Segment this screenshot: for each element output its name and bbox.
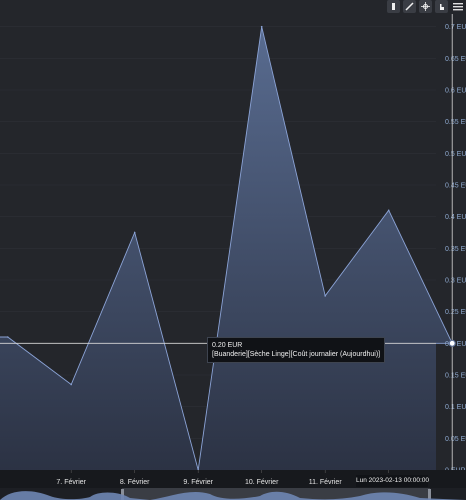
data-point-1[interactable] [70, 383, 72, 386]
x-tick-label: 8. Février [120, 479, 150, 486]
crosshair-button[interactable] [419, 0, 432, 13]
y-axis: 0 EUR0.05 EUR0.1 EUR0.15 EUR0.2 EUR0.25 … [445, 24, 466, 474]
y-tick-label: 0.35 EUR [445, 246, 466, 253]
y-tick-label: 0.3 EUR [445, 278, 466, 285]
y-tick-label: 0.25 EUR [445, 309, 466, 316]
y-tick-label: 0.4 EUR [445, 214, 466, 221]
area-chart[interactable]: 0 EUR0.05 EUR0.1 EUR0.15 EUR0.2 EUR0.25 … [0, 0, 466, 500]
y-tick-label: 0.65 EUR [445, 56, 466, 63]
hand-pointer-icon [440, 4, 444, 10]
tooltip-series: [Buanderie][Sèche Linge][Coût journalier… [212, 351, 381, 358]
crosshair-date-label: Lun 2023-02-13 00:00:00 [356, 475, 429, 487]
data-point-4[interactable] [260, 25, 263, 28]
brush-icon [392, 3, 395, 10]
data-point-6[interactable] [387, 209, 390, 212]
pencil-button[interactable] [403, 0, 416, 13]
tooltip: 0.20 EUR [Buanderie][Sèche Linge][Coût j… [207, 337, 386, 363]
pencil-icon [405, 2, 414, 11]
brush-button[interactable] [387, 0, 400, 13]
hand-pointer-button[interactable] [435, 0, 448, 13]
y-tick-label: 0.05 EUR [445, 436, 466, 443]
y-tick-label: 0.1 EUR [445, 404, 466, 411]
crosshair-icon [421, 2, 430, 11]
x-tick-label: 10. Février [245, 479, 279, 486]
data-point-0[interactable] [6, 336, 9, 338]
menu-button[interactable] [451, 0, 464, 13]
y-tick-label: 0.15 EUR [445, 373, 466, 380]
x-tick-label: 11. Février [309, 479, 343, 486]
y-tick-label: 0.5 EUR [445, 151, 466, 158]
tooltip-value: 0.20 EUR [212, 342, 243, 349]
x-tick-label: 7. Février [56, 479, 86, 486]
y-tick-label: 0.45 EUR [445, 183, 466, 190]
navigator-right-handle[interactable] [428, 489, 431, 500]
navigator [0, 488, 466, 500]
chart-toolbar [387, 0, 466, 14]
y-tick-label: 0.55 EUR [445, 119, 466, 126]
hamburger-menu-icon [452, 3, 463, 11]
x-tick-label: 9. Février [183, 479, 213, 486]
highlight-point[interactable] [448, 339, 456, 347]
data-point-5[interactable] [324, 295, 327, 297]
y-tick-label: 0.7 EUR [445, 24, 466, 31]
y-tick-label: 0.6 EUR [445, 88, 466, 95]
data-point-2[interactable] [133, 231, 136, 234]
